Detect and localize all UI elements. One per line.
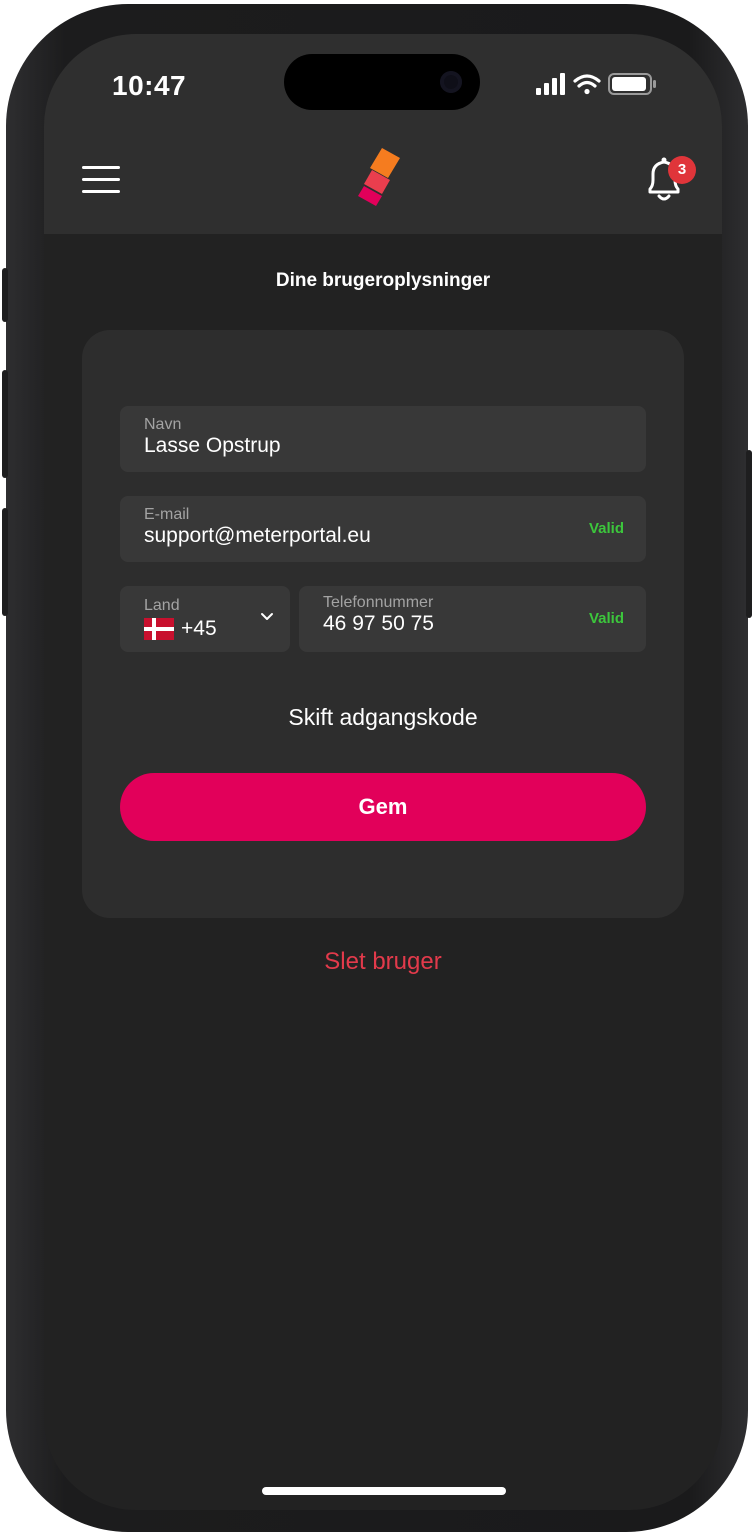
volume-up-button (2, 370, 8, 478)
name-value: Lasse Opstrup (144, 434, 281, 457)
email-label: E-mail (144, 506, 190, 523)
delete-user-link[interactable]: Slet bruger (44, 948, 722, 976)
email-value: support@meterportal.eu (144, 524, 371, 547)
battery-icon (608, 73, 656, 95)
phone-valid-badge: Valid (588, 610, 624, 627)
phone-label: Telefonnummer (323, 594, 434, 611)
denmark-flag-icon (144, 618, 174, 640)
app-logo-icon (358, 148, 400, 206)
volume-down-button (2, 508, 8, 616)
camera-icon (440, 71, 462, 93)
phone-frame: 10:47 3 Dine brugeroplysninger Navn Lass… (2, 4, 752, 1532)
wifi-icon (573, 74, 601, 95)
hamburger-menu-icon[interactable] (82, 166, 122, 196)
save-button[interactable]: Gem (120, 773, 646, 841)
email-valid-badge: Valid (588, 520, 624, 537)
email-field[interactable]: E-mail support@meterportal.eu Valid (120, 496, 646, 562)
phone-field[interactable]: Telefonnummer 46 97 50 75 Valid (299, 586, 646, 652)
name-field[interactable]: Navn Lasse Opstrup (120, 406, 646, 472)
status-time: 10:47 (112, 70, 187, 101)
home-indicator[interactable] (262, 1487, 506, 1495)
status-icons (536, 73, 656, 95)
cellular-signal-icon (536, 73, 565, 95)
page-title: Dine brugeroplysninger (275, 270, 491, 291)
chevron-down-icon (261, 613, 273, 620)
country-label: Land (144, 597, 180, 614)
app-header: 10:47 3 (44, 34, 722, 234)
dynamic-island (284, 54, 480, 110)
name-label: Navn (144, 416, 182, 433)
screen: 10:47 3 Dine brugeroplysninger Navn Lass… (44, 34, 722, 1510)
change-password-link[interactable]: Skift adgangskode (82, 704, 684, 731)
power-button (746, 450, 752, 618)
action-button (2, 268, 8, 322)
user-info-card: Navn Lasse Opstrup E-mail support@meterp… (82, 330, 684, 918)
country-code-value: +45 (181, 617, 217, 640)
phone-value: 46 97 50 75 (323, 612, 434, 635)
country-code-select[interactable]: Land +45 (120, 586, 290, 652)
notification-badge: 3 (668, 156, 696, 184)
